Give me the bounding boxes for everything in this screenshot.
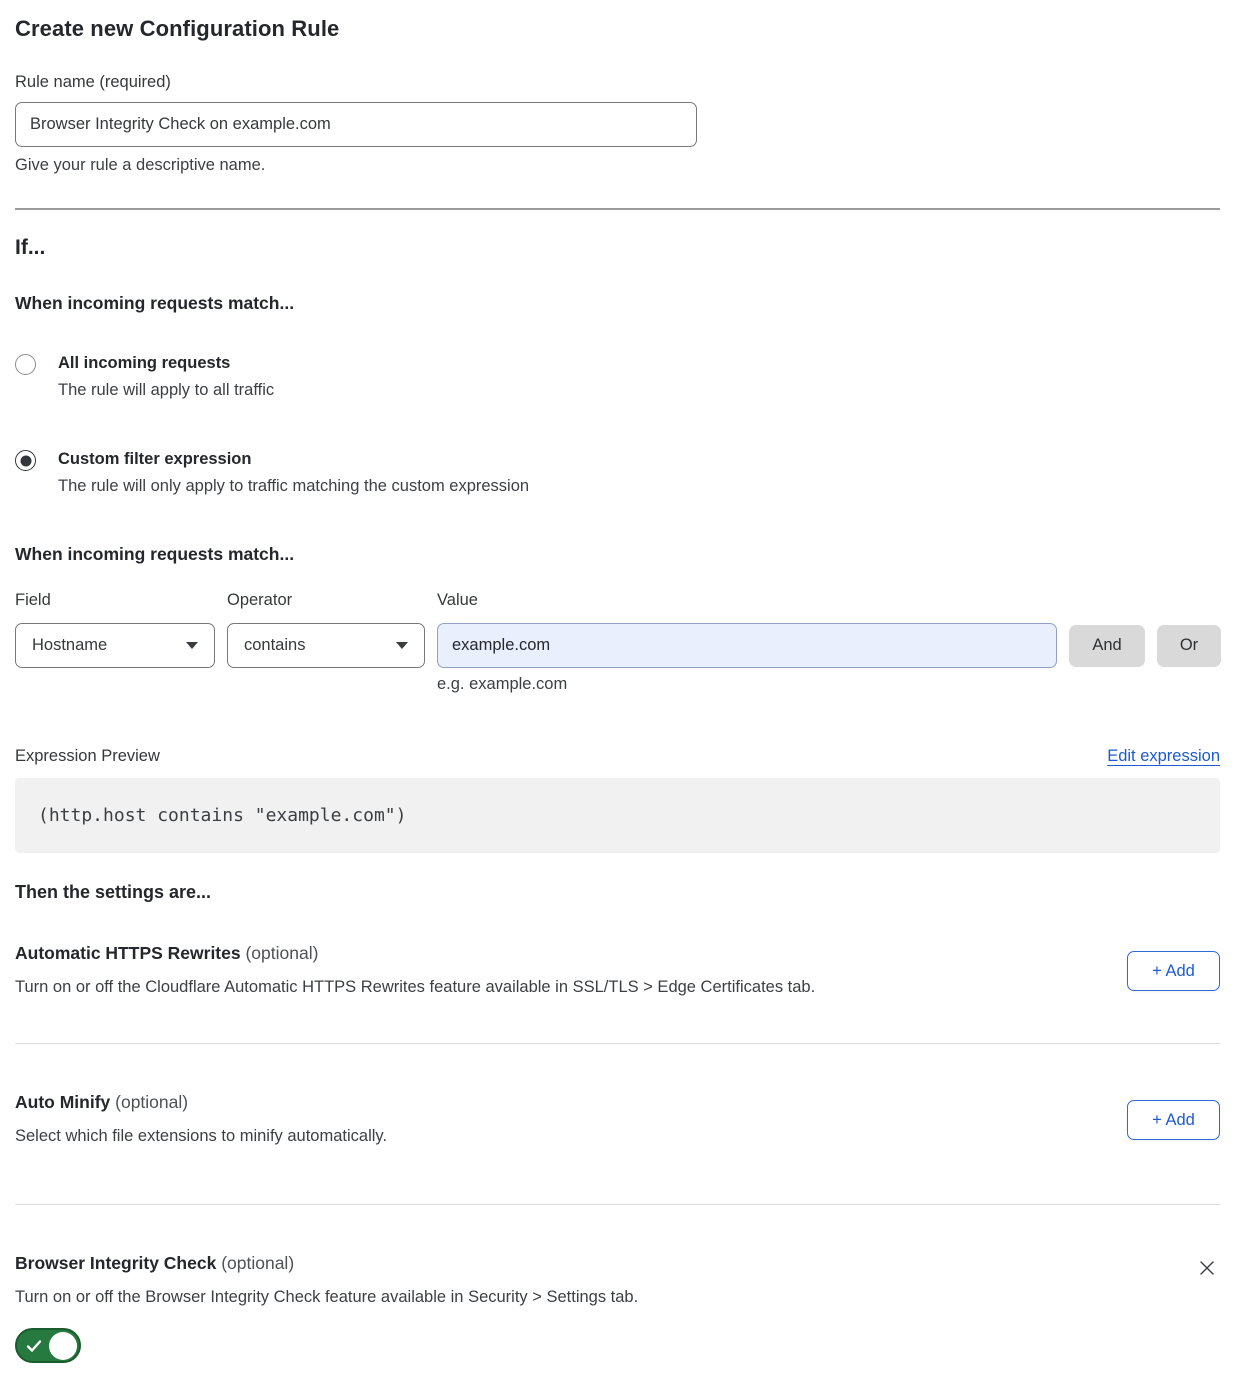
- radio-option-texts: Custom filter expression The rule will o…: [58, 450, 529, 496]
- page-title: Create new Configuration Rule: [15, 16, 1220, 42]
- setting-auto-minify: Auto Minify (optional) Select which file…: [15, 1092, 1220, 1146]
- match-heading: When incoming requests match...: [15, 293, 1220, 314]
- setting-optional-text: (optional): [245, 943, 318, 963]
- setting-description: Turn on or off the Cloudflare Automatic …: [15, 978, 815, 997]
- setting-optional-text: (optional): [115, 1092, 188, 1112]
- rule-name-input[interactable]: [15, 102, 697, 147]
- setting-title-text: Automatic HTTPS Rewrites: [15, 943, 241, 963]
- operator-select[interactable]: contains: [227, 623, 425, 668]
- expression-builder-labels: Field Operator Value: [15, 591, 1220, 610]
- setting-title: Auto Minify (optional): [15, 1092, 387, 1113]
- create-configuration-rule-page: Create new Configuration Rule Rule name …: [0, 0, 1237, 1383]
- radio-option-texts: All incoming requests The rule will appl…: [58, 354, 274, 400]
- value-label: Value: [437, 591, 1057, 610]
- value-input[interactable]: [437, 623, 1057, 668]
- chevron-down-icon: [186, 642, 198, 649]
- setting-divider: [15, 1043, 1220, 1044]
- setting-texts: Auto Minify (optional) Select which file…: [15, 1092, 387, 1146]
- operator-label: Operator: [227, 591, 425, 610]
- radio-selected-icon[interactable]: [15, 450, 36, 471]
- chevron-down-icon: [396, 642, 408, 649]
- if-heading: If...: [15, 236, 1220, 260]
- expression-preview-box: (http.host contains "example.com"): [15, 778, 1220, 853]
- radio-option-label: All incoming requests: [58, 354, 274, 373]
- radio-option-all-incoming-requests[interactable]: All incoming requests The rule will appl…: [15, 354, 1220, 400]
- or-button[interactable]: Or: [1157, 625, 1221, 667]
- field-select[interactable]: Hostname: [15, 623, 215, 668]
- setting-optional-text: (optional): [221, 1253, 294, 1273]
- setting-browser-integrity-check: Browser Integrity Check (optional) Turn …: [15, 1253, 1220, 1363]
- field-select-value: Hostname: [32, 636, 107, 655]
- add-auto-minify-button[interactable]: + Add: [1127, 1100, 1220, 1140]
- radio-option-description: The rule will only apply to traffic matc…: [58, 477, 529, 496]
- field-label: Field: [15, 591, 215, 610]
- setting-texts: Automatic HTTPS Rewrites (optional) Turn…: [15, 943, 815, 997]
- setting-title-text: Browser Integrity Check: [15, 1253, 216, 1273]
- expression-preview-header: Expression Preview Edit expression: [15, 747, 1220, 766]
- expression-builder-controls: Hostname contains And Or: [15, 623, 1220, 668]
- setting-title-text: Auto Minify: [15, 1092, 110, 1112]
- then-settings-heading: Then the settings are...: [15, 882, 1220, 903]
- and-button[interactable]: And: [1069, 625, 1145, 667]
- close-icon[interactable]: [1194, 1255, 1220, 1281]
- add-automatic-https-rewrites-button[interactable]: + Add: [1127, 951, 1220, 991]
- setting-texts: Browser Integrity Check (optional) Turn …: [15, 1253, 638, 1363]
- rule-name-help: Give your rule a descriptive name.: [15, 156, 1220, 175]
- expression-preview-label: Expression Preview: [15, 747, 160, 766]
- expression-builder-heading: When incoming requests match...: [15, 544, 1220, 565]
- value-help-text: e.g. example.com: [437, 675, 1057, 694]
- operator-select-value: contains: [244, 636, 305, 655]
- expression-builder-helper: e.g. example.com: [15, 675, 1220, 694]
- setting-description: Select which file extensions to minify a…: [15, 1127, 387, 1146]
- setting-description: Turn on or off the Browser Integrity Che…: [15, 1288, 638, 1307]
- check-icon: [26, 1339, 42, 1353]
- toggle-knob[interactable]: [49, 1332, 77, 1360]
- setting-automatic-https-rewrites: Automatic HTTPS Rewrites (optional) Turn…: [15, 943, 1220, 997]
- browser-integrity-check-toggle[interactable]: [15, 1328, 81, 1363]
- setting-divider: [15, 1204, 1220, 1205]
- setting-title: Automatic HTTPS Rewrites (optional): [15, 943, 815, 964]
- radio-option-label: Custom filter expression: [58, 450, 529, 469]
- radio-option-custom-filter-expression[interactable]: Custom filter expression The rule will o…: [15, 450, 1220, 496]
- edit-expression-link[interactable]: Edit expression: [1107, 747, 1220, 766]
- setting-title: Browser Integrity Check (optional): [15, 1253, 638, 1274]
- radio-option-description: The rule will apply to all traffic: [58, 381, 274, 400]
- expression-code: (http.host contains "example.com"): [38, 805, 406, 826]
- radio-unselected-icon[interactable]: [15, 354, 36, 375]
- section-divider: [15, 208, 1220, 210]
- rule-name-label: Rule name (required): [15, 73, 1220, 92]
